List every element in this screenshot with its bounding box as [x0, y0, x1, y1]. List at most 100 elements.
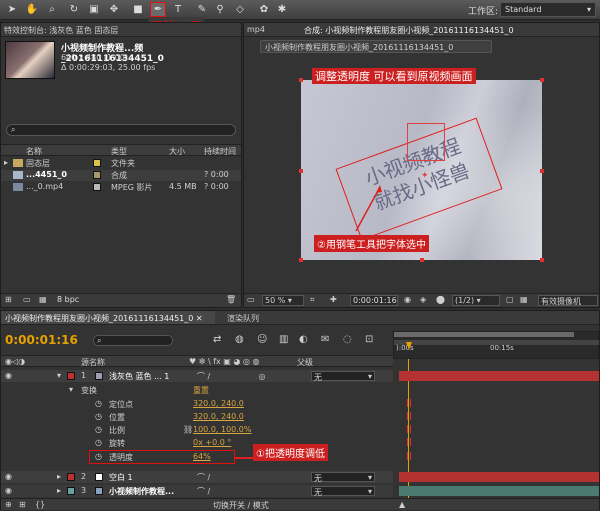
property-value[interactable]: 100.0, 100.0% — [193, 425, 252, 434]
zoom-out-icon[interactable]: ▲ — [399, 500, 405, 509]
brush-tool-icon[interactable]: ✎ — [194, 2, 210, 17]
hand-tool-icon[interactable]: ✋ — [24, 2, 40, 17]
hide-shy-layers-icon[interactable]: ☺ — [257, 334, 267, 345]
expand-arrow-icon[interactable]: ▸ — [4, 158, 8, 167]
constrain-proportions-icon[interactable]: ⛓ — [183, 425, 193, 434]
property-row[interactable]: ◷ 旋转 0x +0.0 ° — [1, 437, 393, 449]
layer-handle[interactable] — [299, 169, 303, 173]
layer-duration-bar[interactable] — [399, 486, 599, 496]
property-value[interactable]: 320.0, 240.0 — [193, 412, 244, 421]
stopwatch-icon[interactable]: ◷ — [95, 399, 102, 408]
stopwatch-icon[interactable]: ◷ — [95, 425, 102, 434]
parent-select[interactable]: 无 ▾ — [311, 371, 375, 382]
visibility-eye-icon[interactable]: ◉ — [5, 371, 12, 380]
render-queue-tab[interactable]: 渲染队列 — [227, 313, 259, 324]
visibility-eye-icon[interactable]: ◉ — [5, 472, 12, 481]
project-search-input[interactable]: ⌕ — [6, 124, 236, 136]
pan-behind-tool-icon[interactable]: ✥ — [106, 2, 122, 17]
column-duration[interactable]: 持续时间 — [204, 146, 236, 157]
footage-tab[interactable]: mp4 — [247, 25, 265, 34]
property-row[interactable]: ◷ 透明度 64% — [1, 451, 393, 463]
snapshot-icon[interactable]: ◉ — [404, 295, 411, 304]
layer-name[interactable]: 空白 1 — [109, 472, 133, 483]
zoom-tool-icon[interactable]: ⌕ — [44, 2, 60, 17]
clone-stamp-tool-icon[interactable]: ⚲ — [212, 2, 228, 17]
brainstorm-icon[interactable]: ✉ — [321, 334, 329, 345]
parent-select[interactable]: 无 ▾ — [311, 472, 375, 483]
layer-row[interactable]: ◉ ▸ 2 空白 1 ⌒ / 无 ▾ — [1, 471, 393, 483]
property-value[interactable]: 320.0, 240.0 — [193, 399, 244, 408]
keyframe-marker[interactable] — [407, 438, 411, 446]
stopwatch-icon[interactable]: ◷ — [95, 438, 102, 447]
project-row[interactable]: ...4451_0 合成 ? 0:00 — [1, 170, 241, 181]
safe-margins-icon[interactable]: ⌗ — [310, 295, 315, 305]
active-camera-select[interactable]: 有效摄像机 — [538, 295, 598, 306]
layer-switches[interactable]: ⌒ / — [197, 472, 210, 483]
twirl-open-icon[interactable]: ▾ — [57, 371, 61, 380]
stopwatch-icon[interactable]: ◷ — [95, 412, 102, 421]
modes-pane-icon[interactable]: ⊞ — [19, 500, 26, 509]
layer-handle[interactable] — [299, 78, 303, 82]
keyframe-marker[interactable] — [407, 425, 411, 433]
workspace-select[interactable]: Standard ▾ — [500, 2, 596, 17]
layer-handle[interactable] — [299, 258, 303, 262]
text-tool-icon[interactable]: T — [170, 2, 186, 17]
layer-row[interactable]: ◉ ▾ 1 浅灰色 蓝色 ... 1 ⌒ / ◎ 无 ▾ — [1, 370, 393, 382]
resolution-select[interactable]: (1/2) ▾ — [452, 295, 500, 306]
layer-handle[interactable] — [540, 78, 544, 82]
auto-keyframe-icon[interactable]: ◌ — [343, 334, 352, 345]
toggle-switches-modes[interactable]: 切换开关 / 模式 — [213, 500, 269, 511]
selection-tool-icon[interactable]: ➤ — [4, 2, 20, 17]
time-ruler[interactable]: ):00s 00:15s — [393, 331, 599, 359]
mask-visibility-icon[interactable]: ✚ — [330, 295, 337, 304]
timeline-search-input[interactable]: ⌕ — [93, 335, 173, 346]
camera-tool-icon[interactable]: ▣ — [86, 2, 102, 17]
layer-switches[interactable]: ⌒ / ◎ — [197, 371, 266, 382]
layer-name[interactable]: 浅灰色 蓝色 ... 1 — [109, 371, 169, 382]
draft-3d-icon[interactable]: ◍ — [235, 334, 244, 345]
property-row[interactable]: ◷ 比例 ⛓ 100.0, 100.0% — [1, 424, 393, 436]
new-composition-icon[interactable]: ▦ — [39, 295, 47, 304]
layer-handle[interactable] — [540, 169, 544, 173]
layer-row[interactable]: ◉ ▸ 3 小视频制作教程... ⌒ / 无 ▾ — [1, 485, 393, 497]
layer-label-color[interactable] — [67, 372, 75, 380]
layer-switches[interactable]: ⌒ / — [197, 486, 210, 497]
transparency-grid-icon[interactable]: ▦ — [520, 295, 528, 304]
region-of-interest-icon[interactable]: ▢ — [506, 295, 514, 304]
timeline-timecode[interactable]: 0:00:01:16 — [5, 333, 78, 347]
keyframe-marker[interactable] — [407, 412, 411, 420]
transform-reset-link[interactable]: 重置 — [193, 385, 209, 396]
frame-blending-icon[interactable]: ▥ — [279, 334, 288, 345]
parent-select[interactable]: 无 ▾ — [311, 486, 375, 497]
roto-brush-tool-icon[interactable]: ✿ — [256, 2, 272, 17]
layer-switches-pane-icon[interactable]: ⊕ — [5, 500, 12, 509]
pen-tool-icon[interactable]: ✒ — [150, 2, 166, 17]
stopwatch-icon[interactable]: ◷ — [95, 452, 102, 461]
rotate-tool-icon[interactable]: ↻ — [66, 2, 82, 17]
current-time-field[interactable]: 0:00:01:16 — [350, 295, 398, 306]
layer-name[interactable]: 小视频制作教程... — [109, 486, 174, 497]
property-row[interactable]: ◷ 定位点 320.0, 240.0 — [1, 398, 393, 410]
transform-group-row[interactable]: ▾ 变换 重置 — [1, 384, 393, 396]
column-parent[interactable]: 父级 — [297, 357, 313, 368]
property-value[interactable]: 64% — [193, 452, 211, 461]
work-area-bar[interactable] — [394, 332, 574, 337]
layer-duration-bar[interactable] — [399, 472, 599, 482]
keyframe-marker[interactable] — [407, 452, 411, 460]
column-type[interactable]: 类型 — [111, 146, 127, 157]
zoom-select[interactable]: 50 % ▾ — [262, 295, 304, 306]
new-folder-icon[interactable]: ▭ — [23, 295, 31, 304]
column-name[interactable]: 名称 — [26, 146, 42, 157]
eraser-tool-icon[interactable]: ◇ — [232, 2, 248, 17]
effect-controls-tab[interactable]: 特效控制台: 浅灰色 蓝色 固态层 — [1, 23, 241, 37]
layer-label-color[interactable] — [67, 473, 75, 481]
timeline-tab[interactable]: 小视频制作教程朋友圈小视频_20161116134451_0 ✕ — [1, 311, 215, 324]
property-row[interactable]: ◷ 位置 320.0, 240.0 — [1, 411, 393, 423]
motion-blur-icon[interactable]: ◐ — [299, 334, 308, 345]
twirl-closed-icon[interactable]: ▸ — [57, 472, 61, 481]
graph-editor-icon[interactable]: ⊡ — [365, 334, 373, 345]
keyframe-marker[interactable] — [407, 399, 411, 407]
interpret-footage-icon[interactable]: ⊞ — [5, 295, 12, 304]
composition-tab[interactable]: 合成: 小视频制作教程朋友圈小视频_20161116134451_0 — [304, 25, 514, 36]
comp-mini-flowchart-icon[interactable]: ⇄ — [213, 334, 221, 345]
